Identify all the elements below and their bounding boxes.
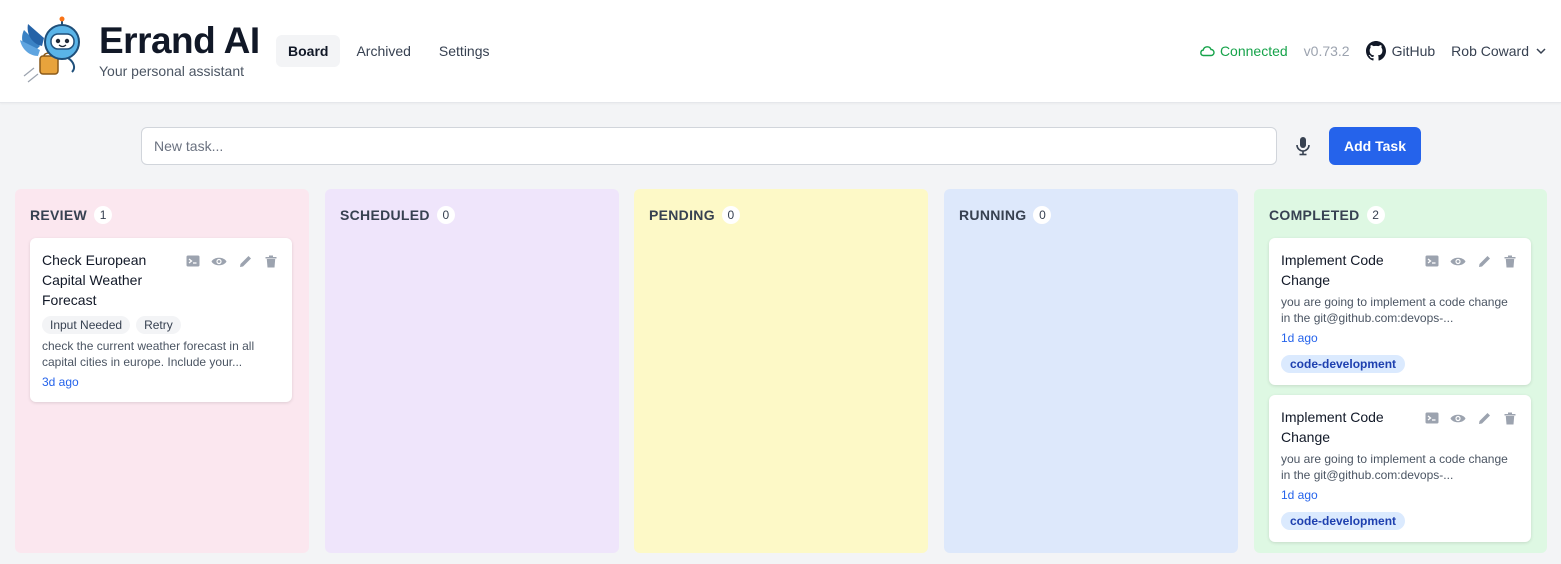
add-task-button[interactable]: Add Task <box>1329 127 1421 165</box>
task-time: 3d ago <box>42 375 79 389</box>
pencil-icon[interactable] <box>1476 410 1492 426</box>
column-count: 1 <box>94 206 113 224</box>
column-count: 0 <box>436 206 455 224</box>
column-review: REVIEW 1 Check European Capital Weather … <box>15 189 309 553</box>
user-name: Rob Coward <box>1451 43 1529 59</box>
card-actions <box>1424 253 1518 269</box>
column-title: REVIEW <box>30 207 88 223</box>
chevron-down-icon <box>1536 48 1546 55</box>
errand-ai-logo <box>20 16 80 83</box>
column-count: 0 <box>1033 206 1052 224</box>
card-actions <box>1424 410 1518 426</box>
task-title: Check European Capital Weather Forecast <box>42 252 147 308</box>
cloud-icon <box>1200 46 1215 57</box>
task-card[interactable]: Check European Capital Weather Forecast … <box>30 238 292 402</box>
column-title: SCHEDULED <box>340 207 430 223</box>
trash-icon[interactable] <box>1502 253 1518 269</box>
microphone-icon[interactable] <box>1291 134 1315 158</box>
task-card[interactable]: Implement Code Change you are going to i… <box>1269 395 1531 542</box>
category-badge: code-development <box>1281 355 1406 373</box>
tag-list: Input Needed Retry <box>42 316 280 334</box>
task-time: 1d ago <box>1281 331 1318 345</box>
app-subtitle: Your personal assistant <box>99 63 245 79</box>
app-header: Errand AI Your personal assistant Board … <box>0 0 1561 103</box>
card-actions <box>185 253 279 269</box>
category-badge: code-development <box>1281 512 1406 530</box>
task-title: Implement Code Change <box>1281 252 1384 288</box>
main-nav: Board Archived Settings <box>276 35 502 67</box>
task-description: check the current weather forecast in al… <box>42 339 255 369</box>
tag-retry: Retry <box>136 316 181 334</box>
app-title: Errand AI <box>99 20 260 61</box>
tag-input-needed: Input Needed <box>42 316 131 334</box>
task-description: you are going to implement a code change… <box>1281 295 1508 325</box>
terminal-icon[interactable] <box>1424 410 1440 426</box>
nav-archived[interactable]: Archived <box>344 35 422 67</box>
github-label: GitHub <box>1391 43 1436 59</box>
column-title: RUNNING <box>959 207 1027 223</box>
column-running: RUNNING 0 <box>944 189 1238 553</box>
terminal-icon[interactable] <box>185 253 201 269</box>
column-count: 0 <box>721 206 740 224</box>
connection-label: Connected <box>1219 43 1288 59</box>
terminal-icon[interactable] <box>1424 253 1440 269</box>
trash-icon[interactable] <box>263 253 279 269</box>
nav-settings[interactable]: Settings <box>427 35 502 67</box>
task-card[interactable]: Implement Code Change you are going to i… <box>1269 238 1531 385</box>
task-time: 1d ago <box>1281 488 1318 502</box>
user-menu[interactable]: Rob Coward <box>1451 43 1547 59</box>
eye-icon[interactable] <box>1450 410 1466 426</box>
column-scheduled: SCHEDULED 0 <box>325 189 619 553</box>
task-description: you are going to implement a code change… <box>1281 452 1508 482</box>
pencil-icon[interactable] <box>237 253 253 269</box>
new-task-input[interactable] <box>141 127 1277 165</box>
column-title: PENDING <box>649 207 715 223</box>
column-title: COMPLETED <box>1269 207 1360 223</box>
column-completed: COMPLETED 2 Implement Code Change you ar… <box>1254 189 1547 553</box>
header-status: Connected v0.73.2 GitHub Rob Coward <box>1199 38 1547 64</box>
nav-board[interactable]: Board <box>276 35 341 67</box>
eye-icon[interactable] <box>211 253 227 269</box>
eye-icon[interactable] <box>1450 253 1466 269</box>
connection-status: Connected <box>1199 43 1288 59</box>
github-icon <box>1365 41 1386 61</box>
column-pending: PENDING 0 <box>634 189 928 553</box>
trash-icon[interactable] <box>1502 410 1518 426</box>
task-title: Implement Code Change <box>1281 409 1384 445</box>
pencil-icon[interactable] <box>1476 253 1492 269</box>
github-link[interactable]: GitHub <box>1365 41 1436 61</box>
version-label: v0.73.2 <box>1303 43 1350 59</box>
column-count: 2 <box>1366 206 1385 224</box>
